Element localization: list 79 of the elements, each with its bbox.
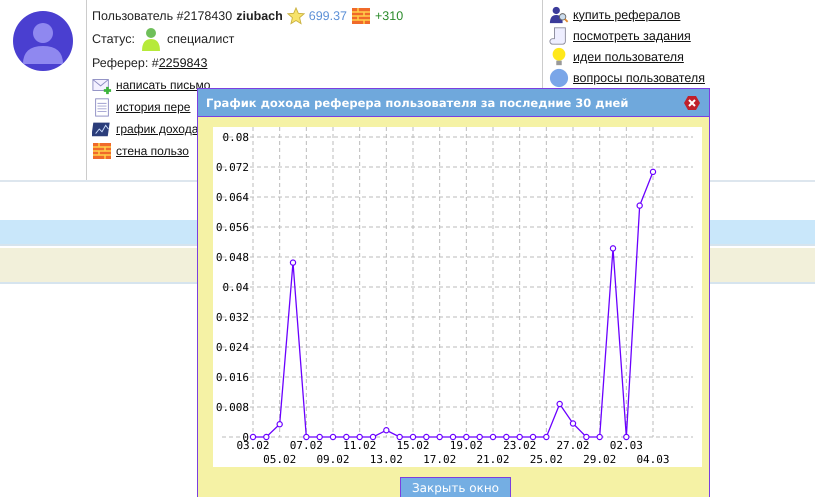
x-axis-label: 23.02 [503,439,536,452]
x-axis-label: 11.02 [343,439,376,452]
rating-value: 699.37 [308,8,347,22]
y-axis-label: 0.024 [216,341,249,354]
profile-link[interactable]: стена пользо [116,144,189,158]
profile-link[interactable]: история пере [116,100,190,114]
data-point [543,434,550,440]
data-point [450,434,456,440]
data-point [556,400,563,408]
data-point [476,434,483,440]
status-label: Статус: [92,32,135,46]
y-axis-label: 0.064 [216,191,249,204]
profile-link[interactable]: посмотреть задания [573,28,691,42]
data-point [610,245,616,252]
profile-link[interactable]: купить рефералов [573,8,680,22]
x-axis-label: 09.02 [316,453,350,466]
y-axis-label: 0.04 [222,281,249,294]
x-axis-label: 19.02 [450,439,483,452]
user-id: Пользователь #2178430 [92,8,232,22]
x-axis-label: 25.02 [530,453,563,466]
bonus-value: +310 [375,8,404,22]
x-axis-label: 27.02 [556,439,590,452]
data-point [276,421,283,428]
data-point [250,434,256,440]
data-point [463,434,470,440]
x-axis-label: 15.02 [396,439,430,452]
x-axis-label: 04.03 [636,453,670,466]
username: ziubach [236,8,283,22]
data-point [370,434,376,440]
data-point [490,434,496,440]
x-axis-label: 13.02 [370,453,403,466]
user-search-icon [549,4,569,24]
data-point [570,420,576,427]
y-axis-label: 0.008 [216,401,249,414]
profile-link[interactable]: идеи пользователя [573,50,684,64]
x-axis-label: 29.02 [583,453,616,466]
y-axis-label: 0.016 [216,371,249,384]
x-axis-label: 17.02 [423,453,456,466]
data-point [583,434,590,440]
data-point [303,434,310,440]
data-point [436,434,443,440]
data-point [503,434,510,440]
star-icon [286,6,305,24]
data-point [423,434,430,440]
data-point [530,434,536,440]
data-point [636,202,643,209]
y-axis-label: 0.056 [216,221,249,234]
data-point [516,434,523,440]
profile-link[interactable]: график дохода [116,122,198,136]
data-point [396,434,403,440]
x-axis-label: 02.03 [610,439,643,452]
y-axis-label: 0.08 [222,131,249,144]
data-point [263,434,270,440]
data-point [596,434,603,440]
referer-label: Реферер: # [92,56,159,70]
data-point [410,434,416,440]
x-axis-label: 21.02 [476,453,510,466]
data-point [290,259,296,266]
x-axis-label: 05.02 [263,453,296,466]
close-icon[interactable] [683,94,701,110]
y-axis-label: 0.072 [216,161,249,174]
data-point [623,434,630,440]
y-axis-label: 0.048 [216,251,249,264]
data-point [650,168,656,176]
data-point [343,434,350,440]
dialog-title: График дохода реферера пользователя за последние 30 дней [206,96,628,110]
status-value: специалист [167,32,234,46]
brick-wall-icon [351,6,371,26]
data-point [330,434,336,440]
data-point [383,427,390,434]
brick-wall-icon [92,140,112,160]
data-point [356,434,363,440]
y-axis-label: 0.032 [216,311,249,324]
notepad-icon [92,96,112,116]
x-axis-label: 07.02 [290,439,323,452]
profile-link[interactable]: вопросы пользователя [573,70,705,84]
data-point [316,434,323,440]
referer-link[interactable]: 2259843 [158,56,208,70]
user-figure-icon [139,26,163,52]
